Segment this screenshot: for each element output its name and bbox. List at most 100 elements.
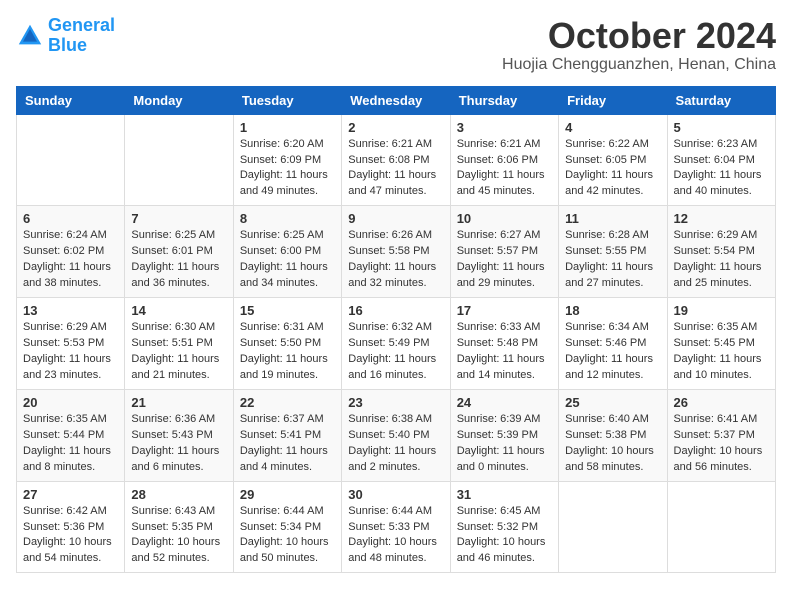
day-info: Sunrise: 6:42 AMSunset: 5:36 PMDaylight:… [23,504,118,568]
day-number: 7 [131,211,226,226]
calendar-cell: 4 Sunrise: 6:22 AMSunset: 6:05 PMDaylight… [559,114,667,206]
day-info: Sunrise: 6:45 AMSunset: 5:32 PMDaylight:… [457,504,552,568]
day-info: Sunrise: 6:32 AMSunset: 5:49 PMDaylight:… [348,320,443,384]
day-info: Sunrise: 6:20 AMSunset: 6:09 PMDaylight:… [240,137,335,201]
logo-line2: Blue [48,35,87,55]
day-number: 17 [457,303,552,318]
calendar-cell: 14 Sunrise: 6:30 AMSunset: 5:51 PMDayligh… [125,298,233,390]
calendar-cell: 26 Sunrise: 6:41 AMSunset: 5:37 PMDayligh… [667,389,775,481]
day-number: 9 [348,211,443,226]
day-info: Sunrise: 6:28 AMSunset: 5:55 PMDaylight:… [565,228,660,292]
calendar-cell: 20Sunrise: 6:35 AMSunset: 5:44 PMDayligh… [17,389,125,481]
calendar-cell: 23 Sunrise: 6:38 AMSunset: 5:40 PMDayligh… [342,389,450,481]
calendar-cell [667,481,775,573]
calendar-cell [17,114,125,206]
day-number: 18 [565,303,660,318]
calendar-cell: 15 Sunrise: 6:31 AMSunset: 5:50 PMDayligh… [233,298,341,390]
day-number: 15 [240,303,335,318]
day-number: 26 [674,395,769,410]
calendar-cell: 25Sunrise: 6:40 AMSunset: 5:38 PMDayligh… [559,389,667,481]
calendar-cell: 22 Sunrise: 6:37 AMSunset: 5:41 PMDayligh… [233,389,341,481]
day-number: 20 [23,395,118,410]
day-number: 22 [240,395,335,410]
day-info: Sunrise: 6:31 AMSunset: 5:50 PMDaylight:… [240,320,335,384]
logo-line1: General [48,15,115,35]
calendar-cell: 29 Sunrise: 6:44 AMSunset: 5:34 PMDayligh… [233,481,341,573]
day-number: 23 [348,395,443,410]
day-info: Sunrise: 6:27 AMSunset: 5:57 PMDaylight:… [457,228,552,292]
day-info: Sunrise: 6:37 AMSunset: 5:41 PMDaylight:… [240,412,335,476]
day-info: Sunrise: 6:44 AMSunset: 5:33 PMDaylight:… [348,504,443,568]
header-sunday: Sunday [17,86,125,114]
calendar-cell: 21Sunrise: 6:36 AMSunset: 5:43 PMDayligh… [125,389,233,481]
calendar-cell: 17 Sunrise: 6:33 AMSunset: 5:48 PMDayligh… [450,298,558,390]
day-info: Sunrise: 6:43 AMSunset: 5:35 PMDaylight:… [131,504,226,568]
day-info: Sunrise: 6:21 AMSunset: 6:08 PMDaylight:… [348,137,443,201]
day-info: Sunrise: 6:22 AMSunset: 6:05 PMDaylight:… [565,137,660,201]
day-number: 12 [674,211,769,226]
day-info: Sunrise: 6:34 AMSunset: 5:46 PMDaylight:… [565,320,660,384]
calendar-week-row: 6 Sunrise: 6:24 AMSunset: 6:02 PMDaylight… [17,206,776,298]
calendar-cell: 16 Sunrise: 6:32 AMSunset: 5:49 PMDayligh… [342,298,450,390]
day-number: 31 [457,487,552,502]
calendar-cell: 2Sunrise: 6:21 AMSunset: 6:08 PMDaylight… [342,114,450,206]
calendar-cell: 5 Sunrise: 6:23 AMSunset: 6:04 PMDaylight… [667,114,775,206]
logo: General Blue [16,16,115,56]
calendar-week-row: 27 Sunrise: 6:42 AMSunset: 5:36 PMDayligh… [17,481,776,573]
header-wednesday: Wednesday [342,86,450,114]
day-info: Sunrise: 6:44 AMSunset: 5:34 PMDaylight:… [240,504,335,568]
header-thursday: Thursday [450,86,558,114]
calendar-cell: 8Sunrise: 6:25 AMSunset: 6:00 PMDaylight… [233,206,341,298]
calendar-cell: 10Sunrise: 6:27 AMSunset: 5:57 PMDayligh… [450,206,558,298]
day-info: Sunrise: 6:25 AMSunset: 6:01 PMDaylight:… [131,228,226,292]
day-number: 3 [457,120,552,135]
calendar-cell [125,114,233,206]
calendar-week-row: 1 Sunrise: 6:20 AMSunset: 6:09 PMDaylight… [17,114,776,206]
day-info: Sunrise: 6:38 AMSunset: 5:40 PMDaylight:… [348,412,443,476]
calendar-cell: 27 Sunrise: 6:42 AMSunset: 5:36 PMDayligh… [17,481,125,573]
day-number: 4 [565,120,660,135]
day-number: 24 [457,395,552,410]
day-info: Sunrise: 6:23 AMSunset: 6:04 PMDaylight:… [674,137,769,201]
calendar-cell: 6 Sunrise: 6:24 AMSunset: 6:02 PMDaylight… [17,206,125,298]
day-number: 8 [240,211,335,226]
day-info: Sunrise: 6:36 AMSunset: 5:43 PMDaylight:… [131,412,226,476]
day-info: Sunrise: 6:39 AMSunset: 5:39 PMDaylight:… [457,412,552,476]
day-number: 27 [23,487,118,502]
calendar-cell: 13Sunrise: 6:29 AMSunset: 5:53 PMDayligh… [17,298,125,390]
calendar-cell: 28 Sunrise: 6:43 AMSunset: 5:35 PMDayligh… [125,481,233,573]
day-number: 19 [674,303,769,318]
calendar-cell: 9 Sunrise: 6:26 AMSunset: 5:58 PMDaylight… [342,206,450,298]
logo-text: General Blue [48,16,115,56]
day-info: Sunrise: 6:33 AMSunset: 5:48 PMDaylight:… [457,320,552,384]
day-info: Sunrise: 6:40 AMSunset: 5:38 PMDaylight:… [565,412,660,476]
page-header: General Blue October 2024 Huojia Chenggu… [16,16,776,74]
day-info: Sunrise: 6:21 AMSunset: 6:06 PMDaylight:… [457,137,552,201]
day-number: 13 [23,303,118,318]
calendar-cell: 19Sunrise: 6:35 AMSunset: 5:45 PMDayligh… [667,298,775,390]
header-monday: Monday [125,86,233,114]
header-friday: Friday [559,86,667,114]
calendar-week-row: 20Sunrise: 6:35 AMSunset: 5:44 PMDayligh… [17,389,776,481]
calendar-week-row: 13Sunrise: 6:29 AMSunset: 5:53 PMDayligh… [17,298,776,390]
day-info: Sunrise: 6:41 AMSunset: 5:37 PMDaylight:… [674,412,769,476]
logo-icon [16,22,44,50]
calendar-cell: 7 Sunrise: 6:25 AMSunset: 6:01 PMDaylight… [125,206,233,298]
calendar-cell: 3 Sunrise: 6:21 AMSunset: 6:06 PMDaylight… [450,114,558,206]
day-number: 6 [23,211,118,226]
header-saturday: Saturday [667,86,775,114]
day-info: Sunrise: 6:24 AMSunset: 6:02 PMDaylight:… [23,228,118,292]
calendar-cell: 12 Sunrise: 6:29 AMSunset: 5:54 PMDayligh… [667,206,775,298]
calendar-table: Sunday Monday Tuesday Wednesday Thursday… [16,86,776,574]
location-title: Huojia Chengguanzhen, Henan, China [502,56,776,74]
day-number: 1 [240,120,335,135]
day-number: 28 [131,487,226,502]
day-info: Sunrise: 6:30 AMSunset: 5:51 PMDaylight:… [131,320,226,384]
day-number: 16 [348,303,443,318]
day-number: 5 [674,120,769,135]
day-info: Sunrise: 6:26 AMSunset: 5:58 PMDaylight:… [348,228,443,292]
day-number: 29 [240,487,335,502]
day-info: Sunrise: 6:29 AMSunset: 5:54 PMDaylight:… [674,228,769,292]
day-number: 11 [565,211,660,226]
day-number: 14 [131,303,226,318]
